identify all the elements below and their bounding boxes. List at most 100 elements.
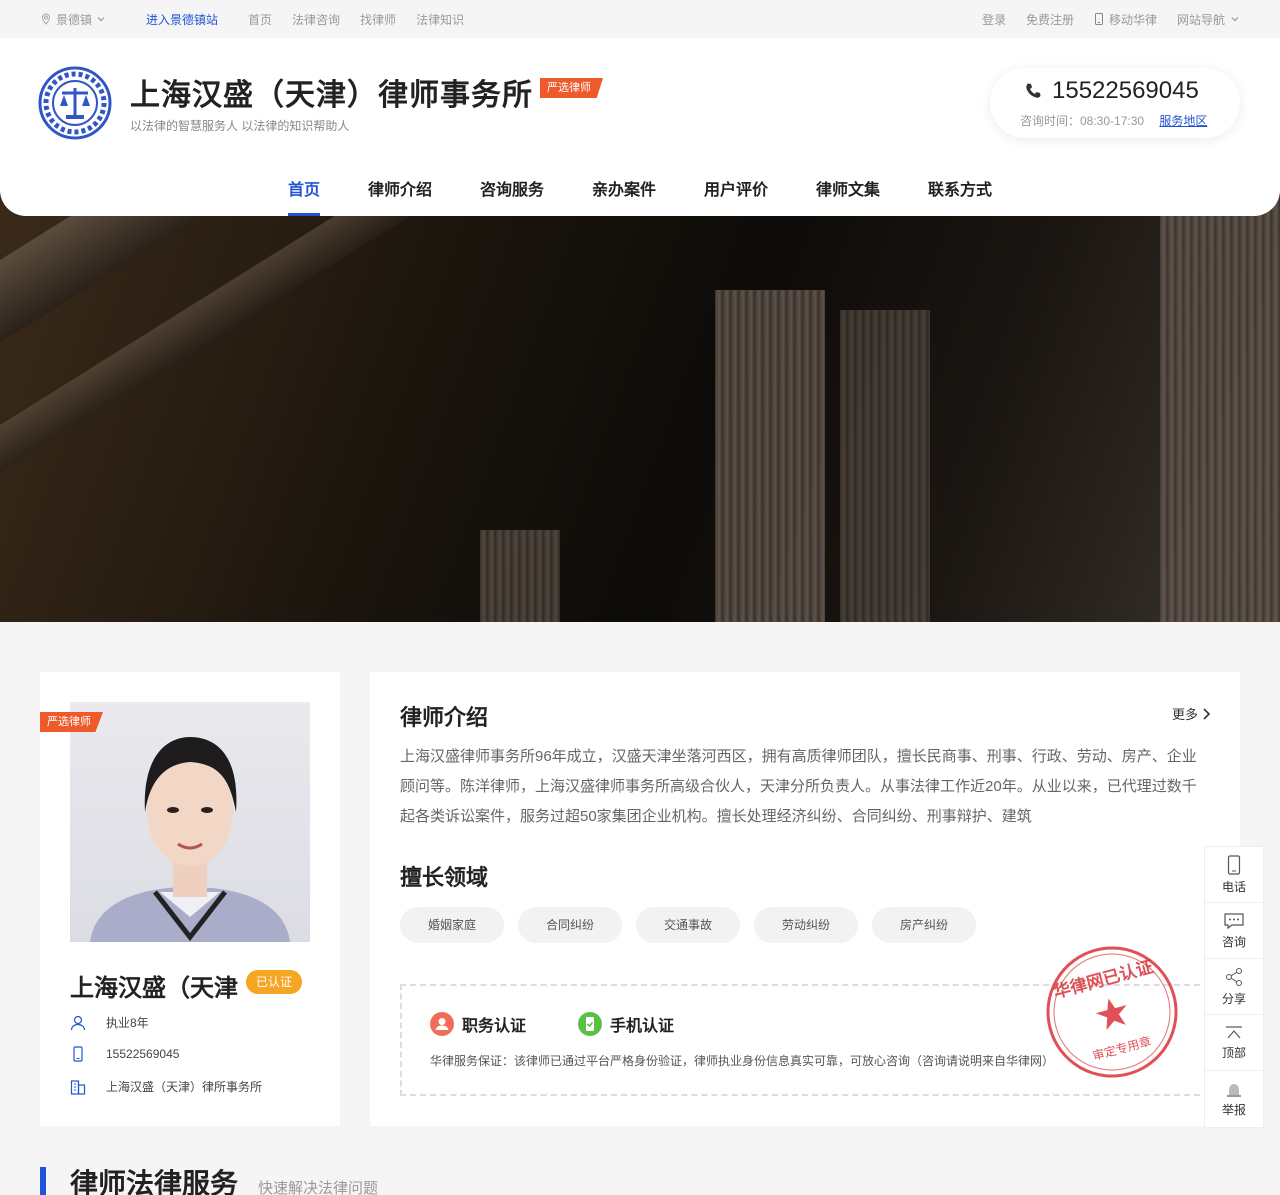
expertise-title: 擅长领域 (400, 865, 489, 890)
job-certification-label: 职务认证 (462, 1018, 527, 1035)
top-link-home[interactable]: 首页 (248, 11, 272, 28)
legal-service-section-header: 律师法律服务 快速解决法律问题 (40, 1162, 378, 1195)
lawyer-profile-card: 严选律师 上海汉盛（天津 已认证 执业8年 15522569045 上海汉盛（天… (40, 672, 340, 1126)
more-label: 更多 (1171, 707, 1198, 722)
firm-name: 上海汉盛（天津）律师事务所 (130, 79, 533, 112)
alarm-icon (1227, 1084, 1241, 1097)
site-nav-dropdown[interactable]: 网站导航 (1177, 11, 1240, 28)
service-guarantee-note: 华律服务保证：该律师已通过平台严格身份验证，律师执业身份信息真实可靠，可放心咨询… (430, 1054, 1055, 1068)
profile-years-row: 执业8年 (70, 1014, 149, 1031)
expertise-tag[interactable]: 交通事故 (636, 907, 740, 943)
stamp-bottom-text: 审定专用章 (1091, 1033, 1153, 1063)
mobile-certification-label: 手机认证 (610, 1018, 675, 1035)
years-of-practice: 执业8年 (106, 1016, 149, 1030)
float-share-button[interactable]: 分享 (1205, 959, 1263, 1015)
float-share-label: 分享 (1221, 991, 1246, 1006)
chevron-right-icon (1203, 707, 1210, 720)
nav-reviews[interactable]: 用户评价 (680, 176, 792, 216)
float-consult-button[interactable]: 咨询 (1205, 903, 1263, 959)
phone-number-text: 15522569045 (1052, 77, 1199, 104)
lawyer-name: 上海汉盛（天津 (70, 975, 238, 1002)
float-top-button[interactable]: 顶部 (1205, 1015, 1263, 1071)
chevron-down-icon (97, 17, 105, 22)
mobile-phone-icon (73, 1046, 83, 1062)
nav-articles[interactable]: 律师文集 (792, 176, 904, 216)
expertise-tag[interactable]: 房产纠纷 (872, 907, 976, 943)
top-link-consult[interactable]: 法律咨询 (292, 11, 340, 28)
float-report-label: 举报 (1221, 1103, 1246, 1117)
nav-lawyer-intro[interactable]: 律师介绍 (344, 176, 456, 216)
phone-icon (1026, 83, 1041, 98)
mobile-phone-icon (1227, 854, 1241, 875)
nav-home[interactable]: 首页 (264, 176, 344, 216)
firm-logo-scales-icon[interactable] (38, 66, 112, 140)
hero-column (1160, 190, 1280, 622)
login-link[interactable]: 登录 (982, 11, 1006, 28)
top-bar: 景德镇 进入景德镇站 首页 法律咨询 找律师 法律知识 登录 免费注册 移动华律… (0, 0, 1280, 38)
profile-firm-row: 上海汉盛（天津）律所事务所 (70, 1078, 262, 1095)
section-subtitle: 快速解决法律问题 (258, 1180, 379, 1195)
location-pin-icon (41, 13, 51, 25)
float-phone-label: 电话 (1221, 879, 1246, 894)
hero-column (715, 290, 825, 622)
nav-contact[interactable]: 联系方式 (904, 176, 1016, 216)
lawyer-portrait-icon (90, 737, 290, 942)
back-to-top-icon (1226, 1025, 1242, 1038)
share-icon (1226, 967, 1242, 986)
float-report-button[interactable]: 举报 (1205, 1071, 1263, 1127)
expertise-tag[interactable]: 劳动纠纷 (754, 907, 858, 943)
section-title: 律师法律服务 (70, 1168, 239, 1195)
location-selector[interactable]: 景德镇 (40, 11, 146, 28)
phone-check-icon (578, 1012, 602, 1036)
top-link-find-lawyer[interactable]: 找律师 (360, 11, 396, 28)
user-icon (70, 1015, 86, 1030)
hero-column (480, 530, 560, 622)
mobile-link[interactable]: 移动华律 (1094, 11, 1157, 28)
certification-stamp-icon: 华律网已认证 审定专用章 (1046, 946, 1178, 1078)
profile-phone: 15522569045 (106, 1047, 180, 1061)
site-nav-label: 网站导航 (1176, 12, 1225, 27)
chat-icon (1224, 912, 1244, 929)
enter-city-link[interactable]: 进入景德镇站 (146, 11, 218, 28)
consult-hours: 咨询时间：08:30-17:30 服务地区 (1020, 112, 1207, 129)
mobile-certification: 手机认证 (578, 1012, 674, 1036)
hero-banner (0, 190, 1280, 622)
selected-lawyer-tag: 严选律师 (40, 712, 103, 732)
service-area-link[interactable]: 服务地区 (1159, 114, 1207, 128)
top-link-knowledge[interactable]: 法律知识 (416, 11, 464, 28)
expertise-tag[interactable]: 合同纠纷 (518, 907, 622, 943)
expertise-tag[interactable]: 婚姻家庭 (400, 907, 504, 943)
intro-title: 律师介绍 (400, 705, 489, 730)
id-card-icon (430, 1012, 454, 1036)
section-accent-bar (40, 1167, 46, 1195)
verified-badge: 已认证 (246, 970, 303, 994)
more-link[interactable]: 更多 (1172, 704, 1210, 723)
profile-phone-row: 15522569045 (70, 1046, 179, 1062)
nav-cases[interactable]: 亲办案件 (568, 176, 680, 216)
phone-contact-box[interactable]: 15522569045 咨询时间：08:30-17:30 服务地区 (990, 68, 1240, 138)
float-top-label: 顶部 (1221, 1045, 1246, 1060)
float-consult-label: 咨询 (1221, 934, 1246, 949)
site-header: 上海汉盛（天津）律师事务所 严选律师 以法律的智慧服务人 以法律的知识帮助人 1… (0, 38, 1280, 216)
hero-column (840, 310, 930, 622)
chevron-down-icon (1231, 17, 1239, 22)
mobile-phone-icon (1094, 13, 1103, 25)
float-phone-button[interactable]: 电话 (1205, 847, 1263, 903)
expertise-tags: 婚姻家庭 合同纠纷 交通事故 劳动纠纷 房产纠纷 (400, 907, 976, 943)
main-nav: 首页 律师介绍 咨询服务 亲办案件 用户评价 律师文集 联系方式 (0, 176, 1280, 216)
mobile-label: 移动华律 (1108, 12, 1157, 27)
consult-hours-text: 咨询时间：08:30-17:30 (1020, 114, 1145, 128)
firm-slogan: 以法律的智慧服务人 以法律的知识帮助人 (130, 119, 350, 133)
phone-number[interactable]: 15522569045 (1024, 77, 1199, 105)
register-link[interactable]: 免费注册 (1026, 11, 1074, 28)
floating-toolbar: 电话 咨询 分享 顶部 举报 (1204, 846, 1264, 1128)
lawyer-photo (70, 702, 310, 942)
nav-consult-service[interactable]: 咨询服务 (456, 176, 568, 216)
intro-text: 上海汉盛律师事务所96年成立，汉盛天津坐落河西区，拥有高质律师团队，擅长民商事、… (400, 748, 1197, 825)
job-certification: 职务认证 (430, 1012, 526, 1036)
profile-firm: 上海汉盛（天津）律所事务所 (106, 1080, 263, 1094)
building-icon (70, 1079, 86, 1095)
selected-lawyer-badge: 严选律师 (540, 78, 603, 98)
lawyer-intro-card: 律师介绍 更多 上海汉盛律师事务所96年成立，汉盛天津坐落河西区，拥有高质律师团… (370, 672, 1240, 1126)
location-label: 景德镇 (56, 12, 93, 27)
